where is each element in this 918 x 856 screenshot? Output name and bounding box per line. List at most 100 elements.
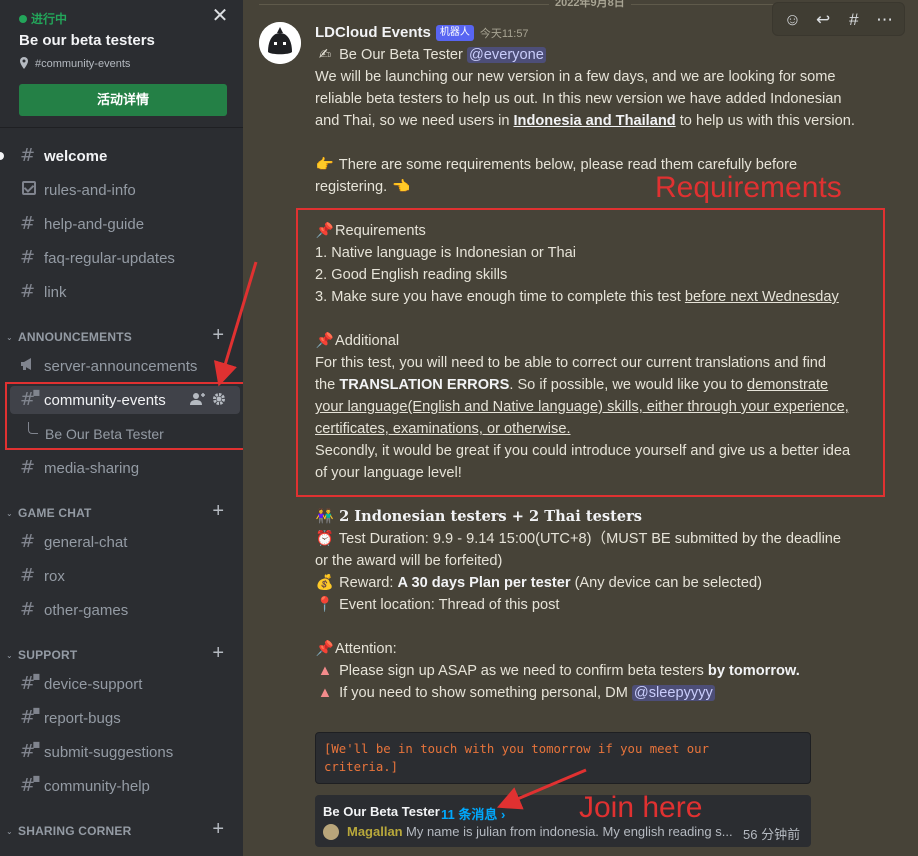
hash-icon: # ■ bbox=[20, 672, 40, 694]
user-mention[interactable]: @sleepyyyy bbox=[631, 685, 715, 701]
date-label: 2022年9月8日 bbox=[549, 0, 631, 10]
pointing-left-emoji: 👈 bbox=[392, 179, 411, 195]
channel-other-games[interactable]: # other-games bbox=[10, 596, 240, 624]
hash-icon: # bbox=[20, 281, 36, 302]
channel-report-bugs[interactable]: # ■ report-bugs bbox=[10, 704, 240, 732]
channel-submit-suggestions[interactable]: # ■ submit-suggestions bbox=[10, 738, 240, 766]
more-options-icon[interactable]: ⋯ bbox=[873, 11, 897, 28]
hash-icon: # bbox=[20, 531, 36, 552]
channel-label: submit-suggestions bbox=[44, 743, 174, 761]
intro-end: to help us with this version. bbox=[675, 113, 855, 129]
channel-label: community-help bbox=[44, 777, 150, 795]
author-name[interactable]: LDCloud Events bbox=[315, 24, 431, 41]
people-emoji: 👫 bbox=[315, 509, 335, 525]
event-location-text: #community-events bbox=[35, 58, 131, 70]
message-action-bar: ☺ ↩ # ⋯ bbox=[772, 2, 905, 36]
category-label: SHARING CORNER bbox=[18, 824, 132, 838]
code-line-1: [We'll be in touch with you tomorrow if … bbox=[324, 742, 709, 756]
hash-icon: # ■ bbox=[20, 740, 40, 762]
add-channel-icon[interactable]: + bbox=[212, 501, 224, 521]
thread-preview-card[interactable]: Be Our Beta Tester 11 条消息 › Magallan My … bbox=[315, 795, 811, 847]
channel-label: help-and-guide bbox=[44, 215, 145, 233]
testers-count: 2 Indonesian testers + 2 Thai testers bbox=[339, 508, 642, 525]
reward-b: A 30 days Plan per tester bbox=[397, 575, 571, 591]
channel-label: general-chat bbox=[44, 533, 128, 551]
channel-link[interactable]: # link bbox=[10, 278, 240, 306]
intro-line-3: and Thai, so we need users in bbox=[315, 113, 514, 129]
channel-faq-regular-updates[interactable]: # faq-regular-updates bbox=[10, 244, 240, 272]
channel-label: link bbox=[44, 283, 67, 301]
annotation-requirements-box bbox=[296, 208, 885, 497]
attention-1a: Please sign up ASAP as we need to confir… bbox=[339, 663, 708, 679]
round-pushpin-emoji: 📍 bbox=[315, 597, 335, 613]
intro-line-2: reliable beta testers to help us out. In… bbox=[315, 91, 842, 107]
annotation-join-label: Join here bbox=[579, 791, 703, 824]
writing-hand-emoji: ✍ bbox=[318, 47, 332, 63]
channel-sidebar: 进行中 ✕ Be our beta testers #community-eve… bbox=[0, 0, 243, 856]
channel-label: other-games bbox=[44, 601, 129, 619]
code-block: [We'll be in touch with you tomorrow if … bbox=[315, 732, 811, 784]
avatar bbox=[323, 824, 339, 840]
category-label: ANNOUNCEMENTS bbox=[18, 330, 132, 344]
channel-label: report-bugs bbox=[44, 709, 121, 727]
reward-c: (Any device can be selected) bbox=[570, 575, 762, 591]
event-location-line: Event location: Thread of this post bbox=[339, 597, 560, 613]
channel-device-support[interactable]: # ■ device-support bbox=[10, 670, 240, 698]
channel-welcome[interactable]: # welcome bbox=[10, 142, 240, 170]
add-reaction-icon[interactable]: ☺ bbox=[780, 11, 804, 28]
thread-message-count[interactable]: 11 条消息 › bbox=[441, 804, 505, 823]
hash-icon: # bbox=[20, 247, 36, 268]
chevron-down-icon: ⌄ bbox=[6, 650, 13, 660]
channel-rules-and-info[interactable]: rules-and-info bbox=[10, 176, 240, 204]
channel-label: device-support bbox=[44, 675, 143, 693]
chevron-down-icon: ⌄ bbox=[6, 508, 13, 518]
annotation-highlight-box bbox=[5, 382, 243, 450]
annotation-requirements-label: Requirements bbox=[655, 171, 842, 204]
category-announcements[interactable]: ⌄ ANNOUNCEMENTS + bbox=[6, 325, 238, 345]
alarm-clock-emoji: ⏰ bbox=[315, 531, 335, 547]
hash-icon: # bbox=[20, 213, 36, 234]
duration-line-1: Test Duration: 9.9 - 9.14 15:00(UTC+8)（M… bbox=[338, 531, 842, 547]
add-channel-icon[interactable]: + bbox=[212, 325, 224, 345]
attention-2: If you need to show something personal, … bbox=[339, 685, 632, 701]
channel-server-announcements[interactable]: server-announcements bbox=[10, 352, 240, 380]
event-title: Be our beta testers bbox=[19, 32, 155, 49]
channel-label: welcome bbox=[44, 147, 108, 165]
create-thread-icon[interactable]: # bbox=[842, 11, 866, 28]
event-details-button[interactable]: 活动详情 bbox=[19, 84, 227, 116]
channel-label: rules-and-info bbox=[44, 181, 136, 199]
message-timestamp: 今天11:57 bbox=[479, 27, 529, 40]
channel-media-sharing[interactable]: # media-sharing bbox=[10, 454, 240, 482]
everyone-mention[interactable]: @everyone bbox=[466, 47, 546, 63]
channel-label: rox bbox=[44, 567, 65, 585]
intro-bold: Indonesia and Thailand bbox=[513, 113, 676, 129]
duration-line-2: or the award will be forfeited) bbox=[315, 553, 503, 569]
intro-line-1: We will be launching our new version in … bbox=[315, 69, 836, 85]
channel-help-and-guide[interactable]: # help-and-guide bbox=[10, 210, 240, 238]
add-channel-icon[interactable]: + bbox=[212, 643, 224, 663]
add-channel-icon[interactable]: + bbox=[212, 819, 224, 839]
megaphone-icon bbox=[20, 357, 38, 375]
event-header: 进行中 ✕ Be our beta testers #community-eve… bbox=[0, 0, 243, 128]
channel-label: server-announcements bbox=[44, 357, 198, 375]
hash-icon: # bbox=[20, 599, 36, 620]
category-game-chat[interactable]: ⌄ GAME CHAT + bbox=[6, 501, 238, 521]
thread-last-user: Magallan bbox=[347, 824, 403, 839]
avatar[interactable] bbox=[259, 22, 301, 64]
message-header: LDCloud Events 机器人 今天11:57 bbox=[315, 24, 529, 41]
close-icon[interactable]: ✕ bbox=[210, 6, 230, 26]
red-triangle-emoji: ▲ bbox=[317, 663, 333, 679]
thread-last-time: 56 分钟前 bbox=[743, 827, 801, 842]
pushpin-emoji: 📌 bbox=[315, 641, 335, 657]
category-sharing-corner[interactable]: ⌄ SHARING CORNER + bbox=[6, 819, 238, 839]
reply-icon[interactable]: ↩ bbox=[811, 11, 835, 28]
channel-rox[interactable]: # rox bbox=[10, 562, 240, 590]
hash-icon: # bbox=[20, 145, 36, 166]
chevron-down-icon: ⌄ bbox=[6, 332, 13, 342]
channel-community-help[interactable]: # ■ community-help bbox=[10, 772, 240, 800]
reward-a: Reward: bbox=[339, 575, 398, 591]
hash-icon: # ■ bbox=[20, 706, 40, 728]
channel-general-chat[interactable]: # general-chat bbox=[10, 528, 240, 556]
category-support[interactable]: ⌄ SUPPORT + bbox=[6, 643, 238, 663]
attention-title: Attention: bbox=[335, 641, 397, 657]
